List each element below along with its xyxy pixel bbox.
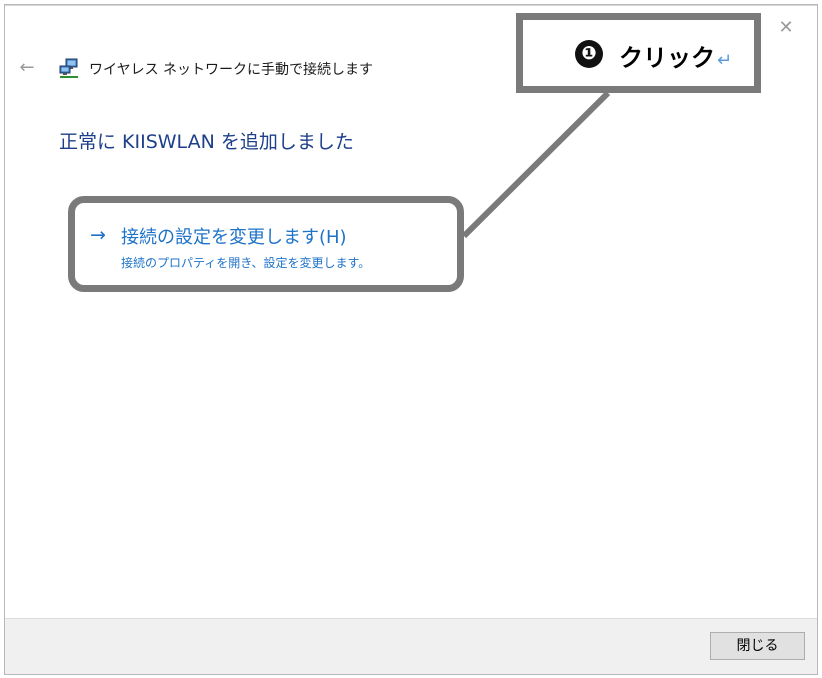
dialog-window: ✕ ← ワイヤレス ネットワークに手動で接続します 正常に KIISWLAN を… xyxy=(4,4,818,675)
link-title: 接続の設定を変更します(H) xyxy=(121,227,347,248)
network-icon xyxy=(59,58,78,78)
window-top-border xyxy=(5,5,817,6)
close-icon[interactable]: ✕ xyxy=(775,17,797,39)
dialog-footer: 閉じる xyxy=(5,618,817,674)
callout-label-text: クリック xyxy=(619,44,715,72)
callout-label: クリック ↵ xyxy=(619,38,732,73)
change-connection-settings-link[interactable]: → 接続の設定を変更します(H) 接続のプロパティを開き、設定を変更します。 xyxy=(90,221,460,281)
return-mark: ↵ xyxy=(717,50,733,71)
close-button[interactable]: 閉じる xyxy=(710,632,805,660)
step-number-badge: ❶ xyxy=(575,40,603,68)
back-arrow-icon[interactable]: ← xyxy=(15,57,39,79)
link-description: 接続のプロパティを開き、設定を変更します。 xyxy=(121,256,371,270)
arrow-right-icon: → xyxy=(90,224,106,246)
window-title: ワイヤレス ネットワークに手動で接続します xyxy=(89,62,374,78)
success-heading: 正常に KIISWLAN を追加しました xyxy=(59,131,354,153)
callout-box: ❶ クリック ↵ xyxy=(516,13,761,93)
